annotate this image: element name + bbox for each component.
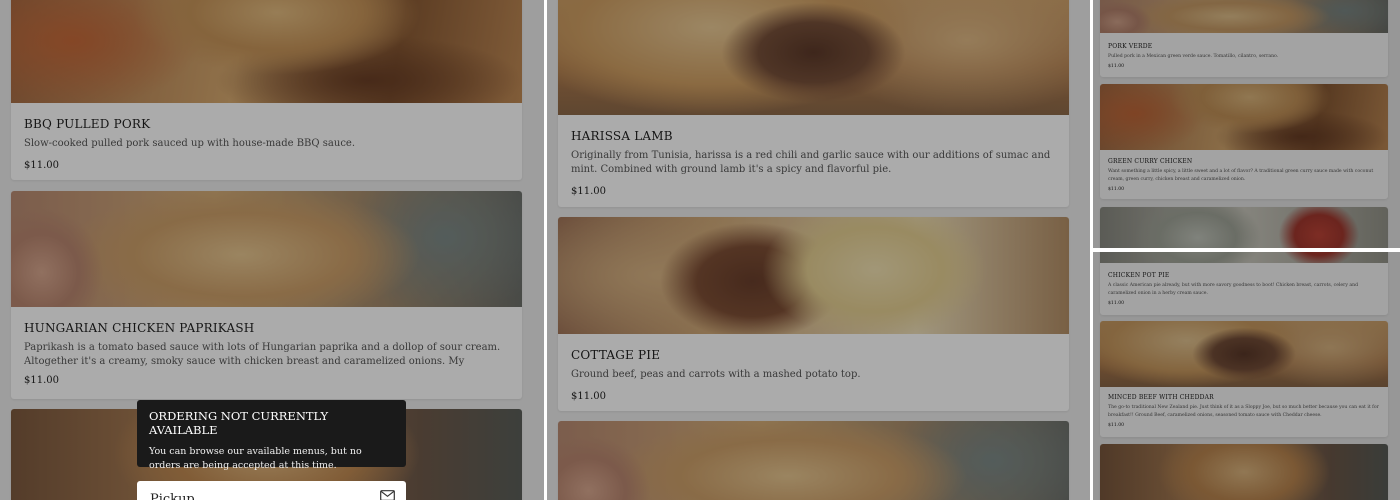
item-price: $11.00: [1108, 423, 1125, 428]
item-name: PORK VERDE: [1108, 43, 1153, 50]
menu-item-card[interactable]: PORK VERDE Pulled pork in a Mexican gree…: [1100, 0, 1388, 77]
item-price: $11.00: [1108, 64, 1125, 69]
item-description: Want something a little spicy, a little …: [1108, 169, 1374, 182]
menu-item-card[interactable]: COTTAGE PIE Ground beef, peas and carrot…: [558, 217, 1069, 411]
item-photo: [1100, 84, 1388, 150]
item-description: The go-to traditional New Zealand pie. J…: [1108, 405, 1379, 418]
item-description: Paprikash is a tomato based sauce with l…: [24, 342, 501, 367]
item-name: MINCED BEEF WITH CHEDDAR: [1108, 394, 1214, 401]
item-price: $11.00: [24, 375, 59, 386]
menu-item-card[interactable]: HUNGARIAN CHICKEN PAPRIKASH Paprikash is…: [11, 191, 522, 399]
item-description: Originally from Tunisia, harissa is a re…: [571, 150, 1051, 175]
pickup-selector[interactable]: Pickup: [137, 481, 406, 500]
item-photo: [558, 421, 1069, 500]
menu-item-card[interactable]: HARISSA LAMB Originally from Tunisia, ha…: [558, 0, 1069, 207]
item-price: $11.00: [571, 391, 606, 402]
item-price: $11.00: [1108, 301, 1125, 306]
menu-item-card[interactable]: GREEN CURRY CHICKEN Want something a lit…: [1100, 84, 1388, 199]
item-photo: [1100, 444, 1388, 500]
item-description: A classic American pie already, but with…: [1108, 283, 1359, 296]
item-name: HUNGARIAN CHICKEN PAPRIKASH: [24, 321, 255, 335]
item-price: $11.00: [1108, 187, 1125, 192]
item-name: GREEN CURRY CHICKEN: [1108, 158, 1193, 165]
item-name: COTTAGE PIE: [571, 348, 661, 362]
item-photo: [11, 0, 522, 103]
notice-title: ORDERING NOT CURRENTLY AVAILABLE: [149, 409, 329, 437]
item-photo: [558, 0, 1069, 115]
item-price: $11.00: [24, 160, 59, 171]
panel-separator: [1093, 248, 1400, 252]
menu-panel-middle: HARISSA LAMB Originally from Tunisia, ha…: [547, 0, 1090, 500]
item-photo: [1100, 0, 1388, 33]
pickup-label: Pickup: [150, 492, 195, 500]
item-photo: [11, 191, 522, 307]
item-photo: [558, 217, 1069, 334]
menu-item-card[interactable]: CHICKEN POT PIE A classic American pie a…: [1100, 207, 1388, 315]
item-name: CHICKEN POT PIE: [1108, 272, 1170, 279]
item-price: $11.00: [571, 186, 606, 197]
ordering-unavailable-notice: ORDERING NOT CURRENTLY AVAILABLE You can…: [137, 400, 406, 471]
menu-item-card[interactable]: BBQ PULLED PORK Slow-cooked pulled pork …: [11, 0, 522, 180]
item-description: Ground beef, peas and carrots with a mas…: [571, 369, 861, 380]
item-photo: [1100, 207, 1388, 263]
mail-icon: [380, 490, 395, 500]
notice-body: You can browse our available menus, but …: [149, 446, 362, 471]
item-photo: [1100, 321, 1388, 387]
item-name: HARISSA LAMB: [571, 129, 673, 143]
menu-item-card[interactable]: [558, 421, 1069, 500]
menu-item-card[interactable]: MINCED BEEF WITH CHEDDAR The go-to tradi…: [1100, 321, 1388, 437]
item-description: Pulled pork in a Mexican green verde sau…: [1108, 54, 1279, 59]
item-name: BBQ PULLED PORK: [24, 117, 151, 131]
menu-item-card[interactable]: [1100, 444, 1388, 500]
item-description: Slow-cooked pulled pork sauced up with h…: [24, 138, 356, 149]
